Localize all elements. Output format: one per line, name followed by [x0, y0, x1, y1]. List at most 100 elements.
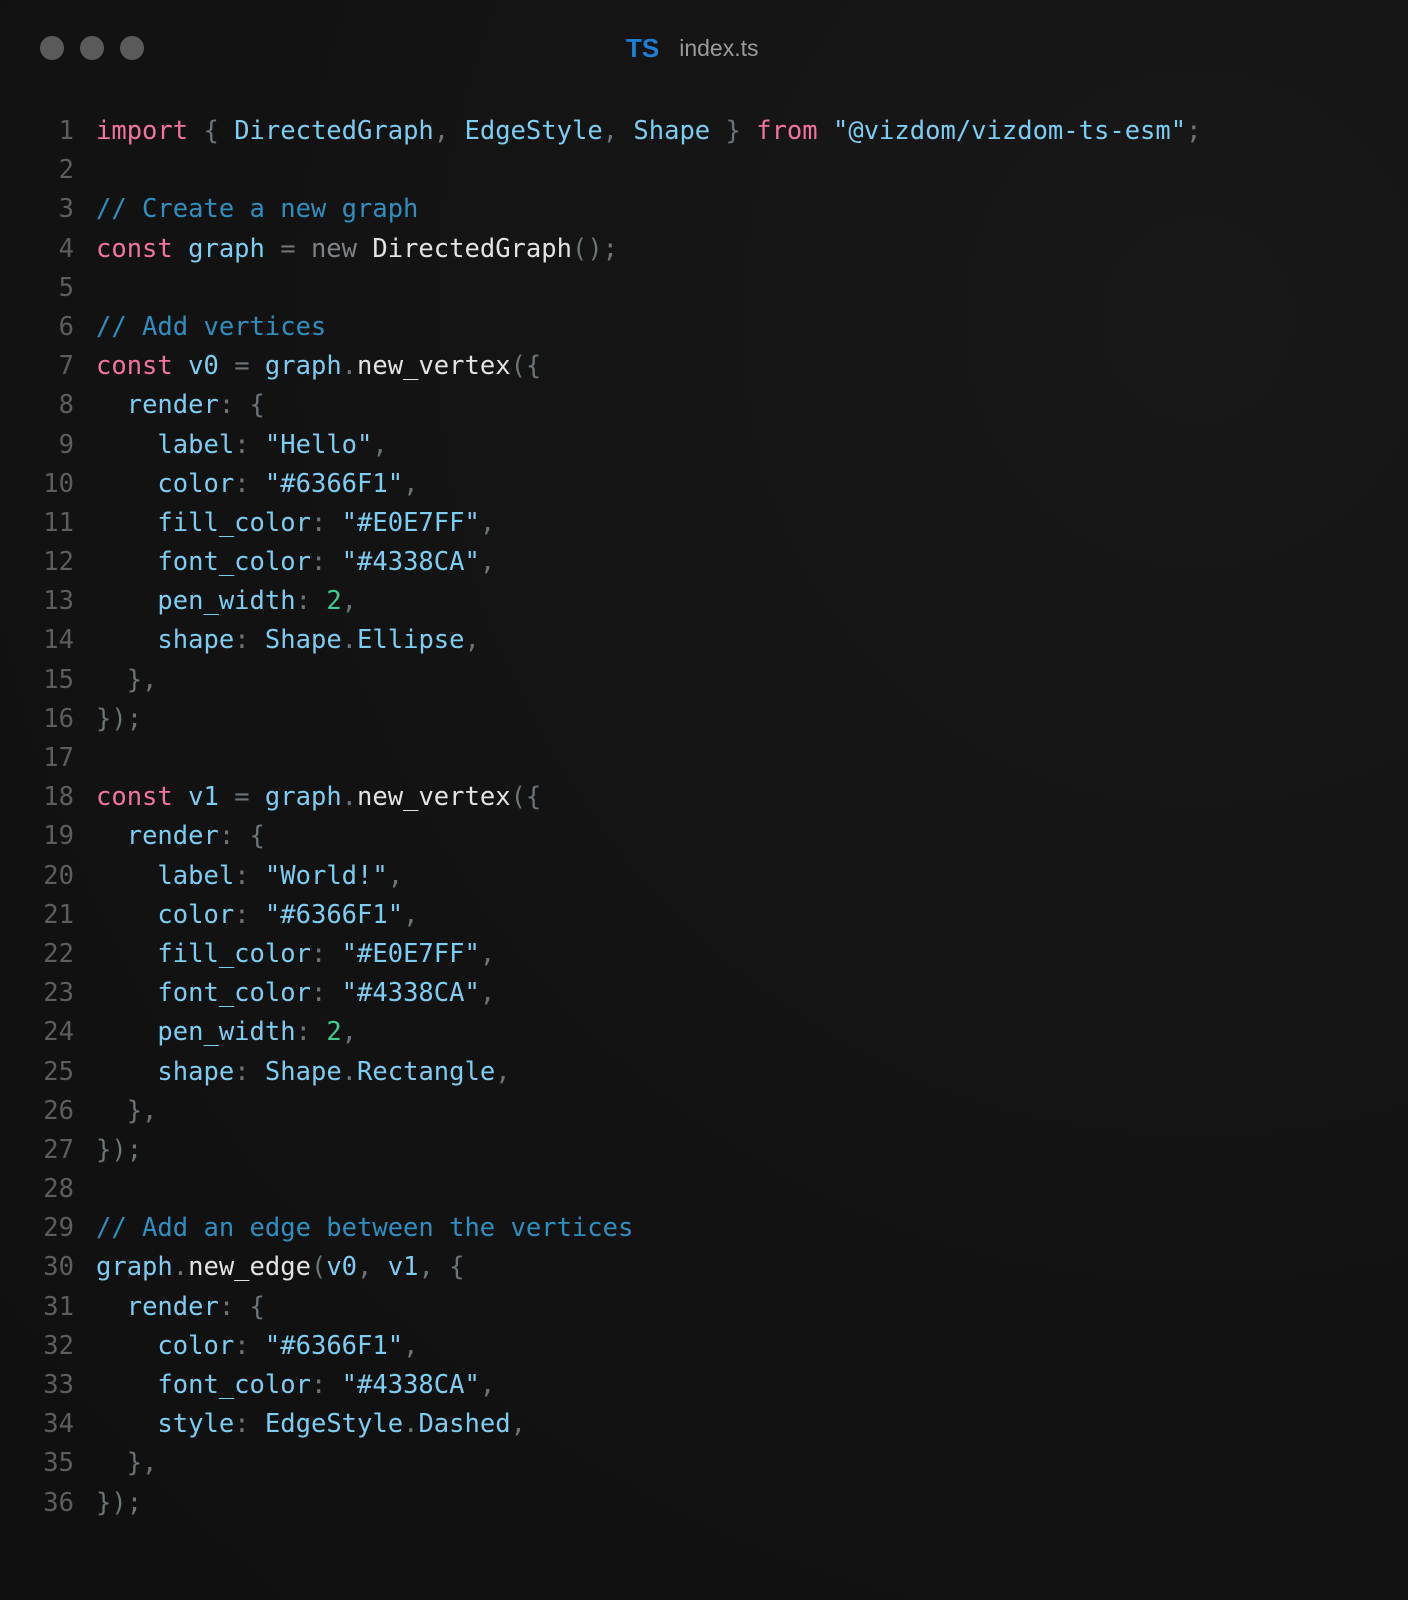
- title-bar: TS index.ts: [0, 0, 1408, 96]
- punctuation-token: [173, 351, 188, 381]
- identifier-token: Rectangle: [357, 1056, 496, 1087]
- line-source: fill_color: "#E0E7FF",: [96, 935, 495, 974]
- keyword-token: import: [96, 116, 189, 146]
- identifier-token: graph: [264, 782, 342, 813]
- identifier-token: DirectedGraph: [234, 116, 434, 146]
- line-number: 35: [43, 1448, 74, 1479]
- punctuation-token: =: [264, 233, 311, 264]
- function-token: new_vertex: [357, 782, 511, 813]
- line-source: color: "#6366F1",: [96, 465, 418, 504]
- identifier-token: color: [157, 1330, 235, 1361]
- punctuation-token: ,: [372, 429, 388, 460]
- line-number: 34: [43, 1409, 74, 1440]
- file-tab[interactable]: TS index.ts: [626, 30, 759, 66]
- punctuation-token: [96, 900, 157, 930]
- punctuation-token: ,: [387, 860, 404, 891]
- line-number: 12: [43, 547, 74, 578]
- punctuation-token: : {: [218, 821, 265, 852]
- punctuation-token: ({: [510, 782, 542, 813]
- punctuation-token: ,: [479, 978, 496, 1009]
- line-number: 32: [43, 1330, 74, 1361]
- string-token: "#6366F1": [264, 468, 404, 499]
- punctuation-token: :: [310, 1370, 342, 1400]
- punctuation-token: ,: [464, 625, 480, 656]
- function-token: new_vertex: [357, 351, 511, 382]
- punctuation-token: ,: [403, 899, 419, 930]
- identifier-token: fill_color: [157, 938, 311, 969]
- comment-token: // Create a new graph: [96, 194, 419, 225]
- identifier-token: label: [157, 429, 235, 460]
- line-number: 23: [43, 978, 74, 1009]
- line-number: 11: [43, 507, 74, 538]
- maximize-window-button[interactable]: [120, 36, 144, 60]
- punctuation-token: [357, 234, 372, 264]
- punctuation-token: [96, 1057, 157, 1087]
- punctuation-token: [96, 861, 157, 891]
- function-token: new_edge: [188, 1252, 311, 1283]
- line-number: 22: [43, 938, 74, 969]
- line-number: 13: [43, 586, 74, 617]
- line-number: 19: [43, 821, 74, 852]
- punctuation-token: ,: [403, 1330, 419, 1361]
- punctuation-token: .: [341, 782, 358, 813]
- punctuation-token: ,: [341, 586, 358, 617]
- line-number: 17: [43, 743, 74, 773]
- identifier-token: fill_color: [157, 507, 311, 538]
- line-source: pen_width: 2,: [96, 582, 357, 621]
- punctuation-token: [96, 939, 157, 969]
- identifier-token: label: [157, 860, 235, 891]
- punctuation-token: [96, 1409, 157, 1439]
- identifier-token: graph: [188, 233, 265, 264]
- punctuation-token: {: [188, 116, 235, 146]
- keyword-token: const: [96, 782, 173, 813]
- identifier-token: v0: [188, 351, 219, 382]
- punctuation-token: .: [172, 1252, 189, 1283]
- punctuation-token: [173, 782, 188, 812]
- line-number: 1: [58, 116, 74, 146]
- punctuation-token: =: [218, 351, 265, 382]
- identifier-token: graph: [264, 351, 342, 382]
- string-token: "#4338CA": [341, 1370, 480, 1400]
- punctuation-token: :: [234, 899, 265, 930]
- line-source: font_color: "#4338CA",: [96, 543, 495, 582]
- identifier-token: pen_width: [157, 1017, 296, 1048]
- string-token: "#6366F1": [264, 899, 404, 930]
- punctuation-token: :: [310, 507, 342, 538]
- punctuation-token: [96, 547, 157, 577]
- line-number: 15: [43, 664, 74, 695]
- line-source: },: [96, 661, 158, 700]
- line-number: 30: [43, 1252, 74, 1283]
- punctuation-token: , {: [418, 1252, 465, 1283]
- line-number: 7: [58, 351, 74, 382]
- punctuation-token: [96, 469, 157, 499]
- keyword-token: const: [96, 233, 173, 264]
- line-source: // Create a new graph: [96, 190, 418, 229]
- identifier-token: render: [126, 1291, 219, 1322]
- identifier-token: Ellipse: [357, 625, 465, 656]
- punctuation-token: });: [96, 1134, 143, 1165]
- identifier-token: pen_width: [157, 586, 296, 617]
- punctuation-token: }: [710, 116, 757, 146]
- code-editor-window: TS index.ts 1 import { DirectedGraph, Edg…: [0, 0, 1408, 1600]
- line-source: const v0 = graph.new_vertex({: [96, 347, 541, 386]
- punctuation-token: [96, 508, 157, 538]
- punctuation-token: ,: [403, 468, 419, 499]
- line-source: },: [96, 1444, 158, 1483]
- close-window-button[interactable]: [40, 36, 64, 60]
- punctuation-token: ,: [479, 507, 496, 538]
- punctuation-token: ({: [510, 351, 542, 382]
- punctuation-token: ,: [479, 547, 496, 578]
- line-source: graph.new_edge(v0, v1, {: [96, 1248, 465, 1287]
- punctuation-token: .: [341, 625, 358, 656]
- identifier-token: Shape: [264, 625, 342, 656]
- line-source: font_color: "#4338CA",: [96, 1366, 495, 1405]
- minimize-window-button[interactable]: [80, 36, 104, 60]
- string-token: "Hello": [264, 429, 373, 460]
- line-source: });: [96, 700, 142, 739]
- line-source: pen_width: 2,: [96, 1013, 357, 1052]
- identifier-token: graph: [96, 1252, 173, 1283]
- identifier-token: v1: [188, 782, 219, 813]
- line-source: const v1 = graph.new_vertex({: [96, 778, 541, 817]
- punctuation-token: :: [234, 1409, 265, 1440]
- line-number: 5: [58, 272, 74, 303]
